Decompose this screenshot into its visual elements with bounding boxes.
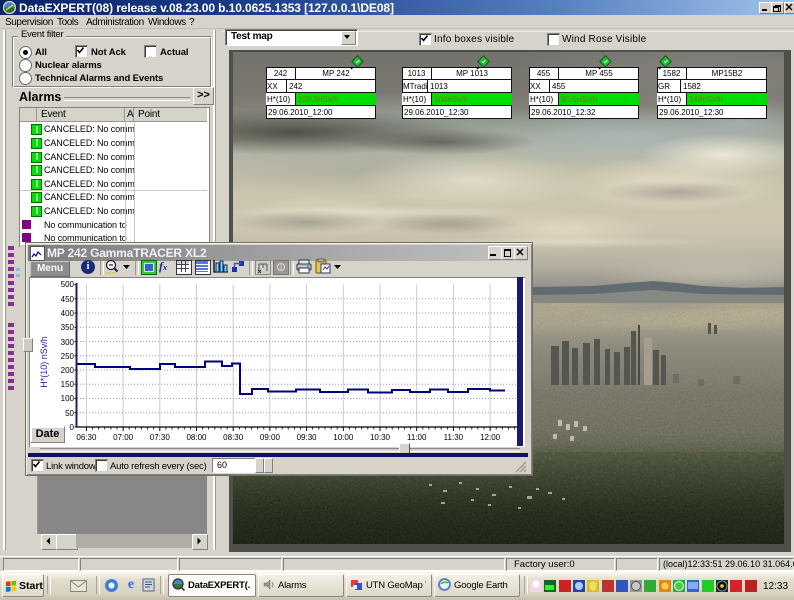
svg-text:350: 350 (61, 323, 75, 332)
svg-text:09:00: 09:00 (260, 433, 281, 442)
svg-text:10:30: 10:30 (370, 433, 391, 442)
svg-text:09:30: 09:30 (297, 433, 318, 442)
svg-text:0: 0 (70, 423, 75, 432)
svg-text:400: 400 (61, 309, 75, 318)
svg-text:12:00: 12:00 (480, 433, 501, 442)
svg-text:10:00: 10:00 (333, 433, 354, 442)
svg-text:11:30: 11:30 (444, 433, 464, 442)
svg-text:150: 150 (61, 380, 75, 389)
svg-text:300: 300 (61, 338, 75, 347)
svg-text:250: 250 (61, 352, 75, 361)
svg-text:11:00: 11:00 (407, 433, 427, 442)
svg-text:07:30: 07:30 (150, 433, 171, 442)
svg-text:50: 50 (65, 409, 74, 418)
svg-text:H*(10) nSv/h: H*(10) nSv/h (39, 336, 49, 388)
svg-text:100: 100 (61, 394, 75, 403)
svg-text:200: 200 (61, 366, 75, 375)
svg-text:06:30: 06:30 (76, 433, 97, 442)
svg-text:450: 450 (61, 295, 75, 304)
svg-text:08:00: 08:00 (186, 433, 207, 442)
svg-text:07:00: 07:00 (113, 433, 134, 442)
svg-text:08:30: 08:30 (223, 433, 244, 442)
svg-text:500: 500 (61, 280, 75, 289)
